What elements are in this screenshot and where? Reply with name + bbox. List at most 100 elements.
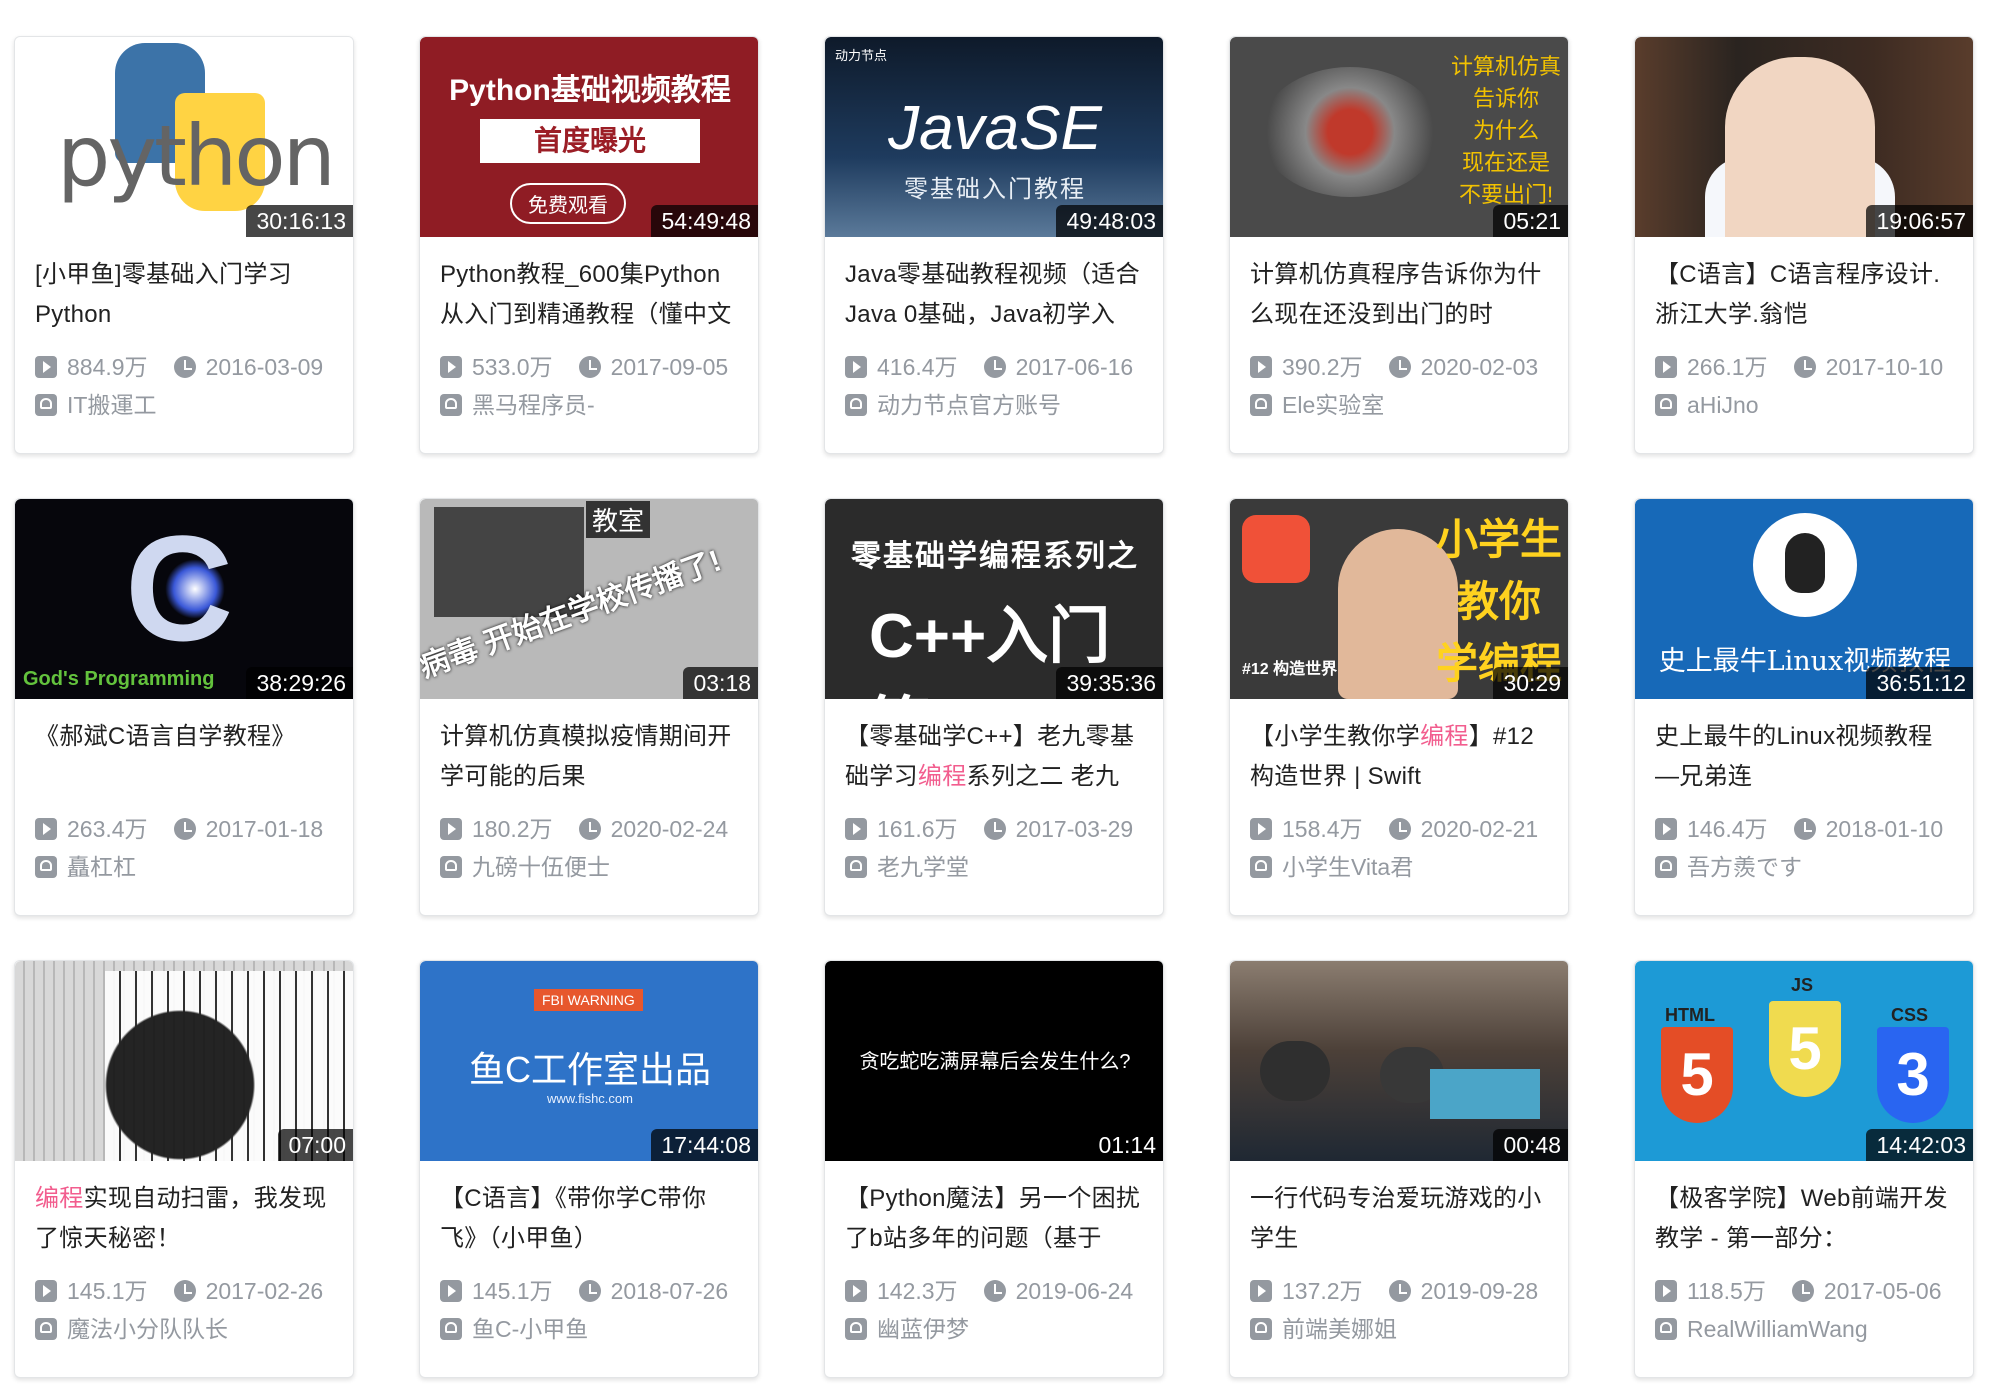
thumbnail-text: 零基础入门教程 bbox=[904, 176, 1086, 203]
uploader-row[interactable]: 前端美娜姐 bbox=[1250, 1313, 1548, 1345]
uploader-row[interactable]: 小学生Vita君 bbox=[1250, 851, 1548, 883]
uploader-name[interactable]: 动力节点官方账号 bbox=[877, 389, 1061, 421]
duration-badge: 14:42:03 bbox=[1866, 1129, 1973, 1161]
video-thumbnail[interactable]: python 30:16:13 bbox=[15, 37, 353, 237]
thumbnail-text: 现在还是 bbox=[1461, 150, 1550, 175]
video-thumbnail[interactable]: FBI WARNING 鱼C工作室出品 www.fishc.com 17:44:08 bbox=[420, 961, 758, 1161]
uploader-row[interactable]: 吾方羨です bbox=[1655, 851, 1953, 883]
video-title[interactable]: Python教程_600集Python从入门到精通教程（懂中文 bbox=[440, 255, 738, 335]
video-card[interactable]: 19:06:57 【C语言】C语言程序设计.浙江大学.翁恺 266.1万 2017-1… bbox=[1634, 36, 1974, 454]
video-thumbnail[interactable]: 贪吃蛇吃满屏幕后会发生什么? 01:14 bbox=[825, 961, 1163, 1161]
play-count-icon bbox=[1250, 1280, 1272, 1302]
uploader-row[interactable]: 九磅十伍便士 bbox=[440, 851, 738, 883]
uploader-row[interactable]: Ele实验室 bbox=[1250, 389, 1548, 421]
video-thumbnail[interactable]: 小学生 教你 学编程 #12 构造世界 30:29 bbox=[1230, 499, 1568, 699]
uploader-name[interactable]: 鱼C-小甲鱼 bbox=[472, 1313, 588, 1345]
play-count-icon bbox=[35, 1280, 57, 1302]
thumbnail-text: 免费观看 bbox=[510, 183, 626, 224]
thumbnail-text: Python基础视频教程 bbox=[449, 74, 731, 107]
video-thumbnail[interactable]: 教室 病毒 开始在学校传播了! 03:18 bbox=[420, 499, 758, 699]
uploader-row[interactable]: 黑马程序员- bbox=[440, 389, 738, 421]
uploader-row[interactable]: 矗杠杠 bbox=[35, 851, 333, 883]
uploader-icon bbox=[1250, 1318, 1272, 1340]
monitor-screen bbox=[1430, 1069, 1540, 1119]
uploader-name[interactable]: 幽蓝伊梦 bbox=[877, 1313, 969, 1345]
uploader-row[interactable]: 魔法小分队队长 bbox=[35, 1313, 333, 1345]
view-count: 263.4万 bbox=[67, 816, 148, 842]
video-title[interactable]: 计算机仿真程序告诉你为什么现在还没到出门的时 bbox=[1250, 255, 1548, 335]
video-title[interactable]: 【极客学院】Web前端开发教学 - 第一部分： bbox=[1655, 1179, 1953, 1259]
video-card[interactable]: python 30:16:13 [小甲鱼]零基础入门学习Python 884.9万 20… bbox=[14, 36, 354, 454]
video-card[interactable]: 00:48 一行代码专治爱玩游戏的小学生 137.2万 2019-09-28 前端美娜姐 bbox=[1229, 960, 1569, 1378]
uploader-row[interactable]: RealWilliamWang bbox=[1655, 1313, 1953, 1345]
video-thumbnail[interactable]: C God's Programming 38:29:26 bbox=[15, 499, 353, 699]
thumbnail-text: 贪吃蛇吃满屏幕后会发生什么? bbox=[859, 1051, 1131, 1073]
video-card[interactable]: 动力节点 JavaSE 零基础入门教程 49:48:03 Java零基础教程视频（适合J… bbox=[824, 36, 1164, 454]
video-card[interactable]: 小学生 教你 学编程 #12 构造世界 30:29 【小学生教你学编程】#12 构造世界 … bbox=[1229, 498, 1569, 916]
uploader-row[interactable]: 老九学堂 bbox=[845, 851, 1143, 883]
video-card[interactable]: FBI WARNING 鱼C工作室出品 www.fishc.com 17:44:08 【… bbox=[419, 960, 759, 1378]
video-title[interactable]: 《郝斌C语言自学教程》 bbox=[35, 717, 333, 797]
thumbnail-text: 告诉你 bbox=[1472, 86, 1539, 111]
video-thumbnail[interactable]: 5 5 3 HTML JS CSS 14:42:03 bbox=[1635, 961, 1973, 1161]
thumbnail-text: JS bbox=[1791, 975, 1814, 995]
video-card[interactable]: 07:00 编程实现自动扫雷，我发现了惊天秘密！ 145.1万 2017-02-26 魔… bbox=[14, 960, 354, 1378]
video-stats: 145.1万 2018-07-26 bbox=[440, 1275, 738, 1307]
video-card[interactable]: C God's Programming 38:29:26 《郝斌C语言自学教程》 263… bbox=[14, 498, 354, 916]
video-title[interactable]: 【Python魔法】另一个困扰了b站多年的问题（基于 bbox=[845, 1179, 1143, 1259]
uploader-row[interactable]: 鱼C-小甲鱼 bbox=[440, 1313, 738, 1345]
uploader-name[interactable]: 老九学堂 bbox=[877, 851, 969, 883]
uploader-row[interactable]: 幽蓝伊梦 bbox=[845, 1313, 1143, 1345]
video-title[interactable]: 一行代码专治爱玩游戏的小学生 bbox=[1250, 1179, 1548, 1259]
uploader-name[interactable]: RealWilliamWang bbox=[1687, 1313, 1868, 1345]
video-thumbnail[interactable]: 史上最牛Linux视频教程 36:51:12 bbox=[1635, 499, 1973, 699]
uploader-name[interactable]: IT搬運工 bbox=[67, 389, 156, 421]
play-count-icon bbox=[845, 818, 867, 840]
clock-icon bbox=[1388, 1280, 1411, 1302]
video-title[interactable]: 编程实现自动扫雷，我发现了惊天秘密！ bbox=[35, 1179, 333, 1259]
video-thumbnail[interactable]: 动力节点 JavaSE 零基础入门教程 49:48:03 bbox=[825, 37, 1163, 237]
video-title[interactable]: Java零基础教程视频（适合Java 0基础，Java初学入 bbox=[845, 255, 1143, 335]
clock-icon bbox=[578, 356, 601, 378]
uploader-name[interactable]: 吾方羨です bbox=[1687, 851, 1802, 883]
uploader-row[interactable]: 动力节点官方账号 bbox=[845, 389, 1143, 421]
video-title[interactable]: 【C语言】《带你学C带你飞》（小甲鱼） bbox=[440, 1179, 738, 1259]
video-thumbnail[interactable]: 00:48 bbox=[1230, 961, 1568, 1161]
video-thumbnail[interactable]: 07:00 bbox=[15, 961, 353, 1161]
video-title[interactable]: [小甲鱼]零基础入门学习Python bbox=[35, 255, 333, 335]
video-thumbnail[interactable]: 计算机仿真 告诉你 为什么 现在还是 不要出门! 05:21 bbox=[1230, 37, 1568, 237]
uploader-name[interactable]: 小学生Vita君 bbox=[1282, 851, 1413, 883]
student-head bbox=[1260, 1041, 1330, 1101]
duration-badge: 49:48:03 bbox=[1056, 205, 1163, 237]
view-count: 118.5万 bbox=[1687, 1278, 1766, 1304]
uploader-icon bbox=[1655, 1318, 1677, 1340]
video-card[interactable]: 贪吃蛇吃满屏幕后会发生什么? 01:14 【Python魔法】另一个困扰了b站多年的… bbox=[824, 960, 1164, 1378]
thumbnail-text: 教室 bbox=[585, 501, 650, 538]
video-thumbnail[interactable]: Python基础视频教程 首度曝光 免费观看 54:49:48 bbox=[420, 37, 758, 237]
video-card[interactable]: 零基础学编程系列之C++入门篇39:35:36 【零基础学C++】老九零基础学习编… bbox=[824, 498, 1164, 916]
video-card[interactable]: Python基础视频教程 首度曝光 免费观看 54:49:48 Python教程_600… bbox=[419, 36, 759, 454]
uploader-name[interactable]: 前端美娜姐 bbox=[1282, 1313, 1397, 1345]
uploader-name[interactable]: 魔法小分队队长 bbox=[67, 1313, 228, 1345]
video-stats: 145.1万 2017-02-26 bbox=[35, 1275, 333, 1307]
video-card[interactable]: 教室 病毒 开始在学校传播了! 03:18 计算机仿真模拟疫情期间开学可能的后果 180… bbox=[419, 498, 759, 916]
uploader-name[interactable]: Ele实验室 bbox=[1282, 389, 1384, 421]
uploader-name[interactable]: 黑马程序员- bbox=[472, 389, 595, 421]
uploader-name[interactable]: 九磅十伍便士 bbox=[472, 851, 610, 883]
video-title[interactable]: 【零基础学C++】老九零基础学习编程系列之二 老九学 bbox=[845, 717, 1143, 797]
video-thumbnail[interactable]: 零基础学编程系列之C++入门篇39:35:36 bbox=[825, 499, 1163, 699]
video-title[interactable]: 【小学生教你学编程】#12 构造世界 | Swift bbox=[1250, 717, 1548, 797]
video-title[interactable]: 史上最牛的Linux视频教程—兄弟连 bbox=[1655, 717, 1953, 797]
uploader-row[interactable]: IT搬運工 bbox=[35, 389, 333, 421]
video-card[interactable]: 史上最牛Linux视频教程 36:51:12 史上最牛的Linux视频教程—兄弟连 1… bbox=[1634, 498, 1974, 916]
clock-icon bbox=[578, 818, 601, 840]
video-thumbnail[interactable]: 19:06:57 bbox=[1635, 37, 1973, 237]
video-title[interactable]: 【C语言】C语言程序设计.浙江大学.翁恺 bbox=[1655, 255, 1953, 335]
uploader-row[interactable]: aHiJno bbox=[1655, 389, 1953, 421]
video-title[interactable]: 计算机仿真模拟疫情期间开学可能的后果 bbox=[440, 717, 738, 797]
uploader-name[interactable]: aHiJno bbox=[1687, 389, 1759, 421]
thumbnail-text: www.fishc.com bbox=[547, 1091, 633, 1106]
video-card[interactable]: 计算机仿真 告诉你 为什么 现在还是 不要出门! 05:21 计算机仿真程序告诉你为什么现在… bbox=[1229, 36, 1569, 454]
uploader-name[interactable]: 矗杠杠 bbox=[67, 851, 136, 883]
video-card[interactable]: 5 5 3 HTML JS CSS 14:42:03 【极客学院】Web前端开发教学 - 第一… bbox=[1634, 960, 1974, 1378]
